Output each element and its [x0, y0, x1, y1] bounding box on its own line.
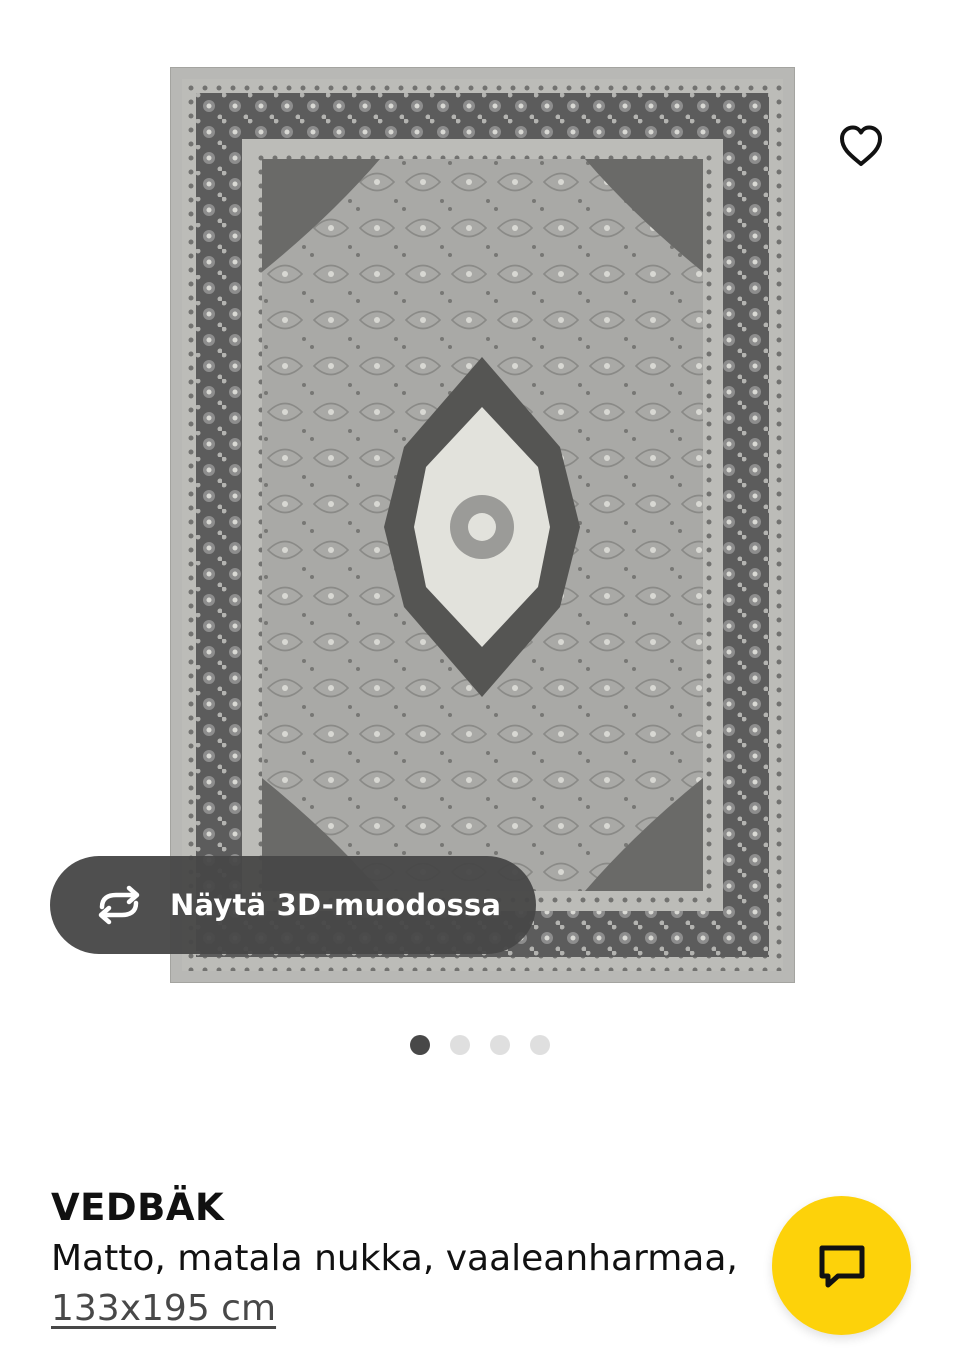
- favorite-button[interactable]: [833, 118, 889, 174]
- gallery-dot-4[interactable]: [530, 1035, 550, 1055]
- chat-button[interactable]: [772, 1196, 911, 1335]
- heart-icon: [840, 125, 882, 166]
- gallery-dot-3[interactable]: [490, 1035, 510, 1055]
- gallery-dot-1[interactable]: [410, 1035, 430, 1055]
- gallery-dot-2[interactable]: [450, 1035, 470, 1055]
- gallery-pagination: [410, 1035, 560, 1055]
- view-3d-button[interactable]: Näytä 3D-muodossa: [50, 856, 536, 954]
- product-page: Näytä 3D-muodossa VEDBÄK Matto, matala n…: [0, 0, 960, 1363]
- chat-bubble-icon: [819, 1245, 864, 1287]
- product-image-gallery[interactable]: Näytä 3D-muodossa: [0, 0, 960, 1010]
- product-name: VEDBÄK: [51, 1186, 225, 1229]
- product-description: Matto, matala nukka, vaaleanharmaa,: [51, 1238, 738, 1279]
- view-3d-label: Näytä 3D-muodossa: [170, 888, 502, 922]
- product-image[interactable]: [170, 67, 795, 983]
- rotate-3d-icon: [98, 885, 140, 925]
- product-size-link[interactable]: 133x195 cm: [51, 1288, 276, 1329]
